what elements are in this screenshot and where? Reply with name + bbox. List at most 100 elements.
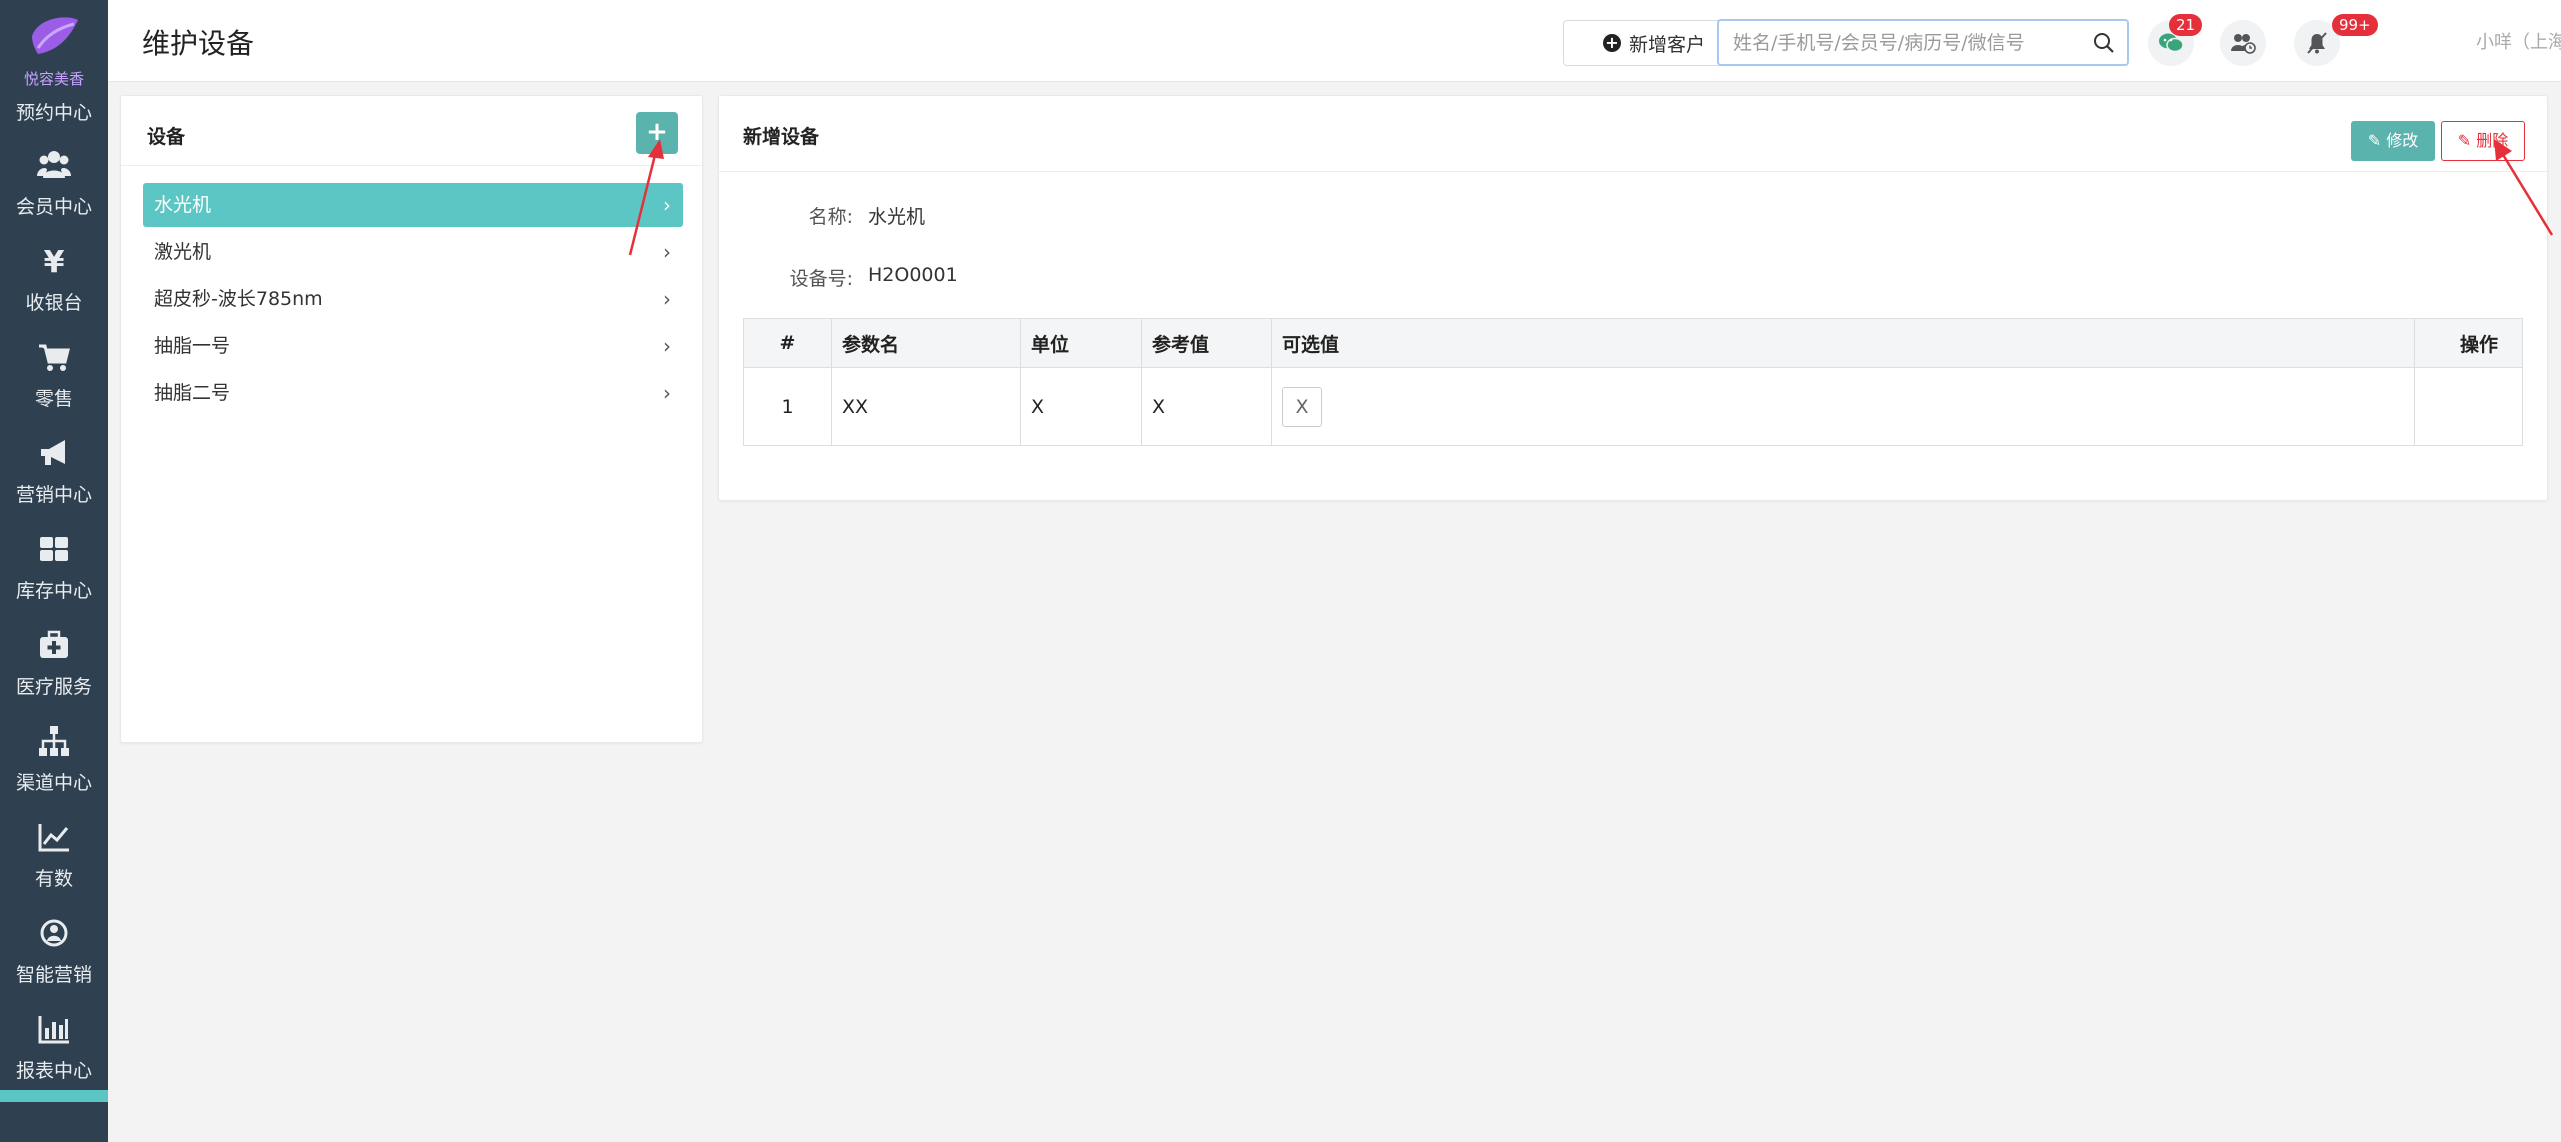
device-item[interactable]: 抽脂一号 ›	[143, 323, 683, 370]
sidebar-item-smart-marketing[interactable]: 智能营销	[0, 898, 108, 994]
device-item[interactable]: 超皮秒-波长785nm ›	[143, 276, 683, 323]
sidebar-item-members[interactable]: 会员中心	[0, 130, 108, 226]
sidebar-item-channel[interactable]: 渠道中心	[0, 706, 108, 802]
device-list-panel: 设备 + 水光机 › 激光机 › 超皮秒-波长785nm › 抽脂一号 › 抽脂…	[120, 95, 703, 743]
edit-button[interactable]: ✎ 修改	[2351, 121, 2435, 161]
cell-ref: X	[1141, 367, 1272, 446]
add-customer-label: 新增客户	[1628, 33, 1705, 56]
panel-header: 设备 +	[121, 96, 702, 166]
logo[interactable]: 悦容美香	[0, 0, 108, 92]
field-value: 水光机	[868, 206, 926, 228]
sidebar-item-marketing[interactable]: 营销中心	[0, 418, 108, 514]
device-detail-panel: 新增设备 ✎ 修改 ✎ 删除 名称: 水光机 设备号: H2O0001 # 参数…	[718, 95, 2548, 501]
sidebar-item-reports[interactable]: 报表中心	[0, 994, 108, 1090]
panel-title: 设备	[147, 126, 186, 148]
device-item[interactable]: 水光机 ›	[143, 183, 683, 227]
chevron-right-icon: ›	[663, 381, 671, 405]
panel-title: 新增设备	[743, 126, 820, 148]
device-item[interactable]: 激光机 ›	[143, 229, 683, 276]
field-label: 设备号:	[789, 268, 853, 290]
user-name: 小咩（上海闵江门诊）	[2476, 32, 2561, 53]
team-button[interactable]	[2220, 20, 2266, 66]
name-field: 名称: 水光机	[743, 202, 1343, 232]
chevron-right-icon: ›	[663, 287, 671, 311]
chevron-right-icon: ›	[663, 334, 671, 358]
device-list: 水光机 › 激光机 › 超皮秒-波长785nm › 抽脂一号 › 抽脂二号 ›	[143, 183, 683, 417]
sidebar-item-appointment[interactable]: 预约中心	[0, 96, 108, 130]
sidebar-item-analytics[interactable]: 有数	[0, 802, 108, 898]
grid-icon	[40, 537, 68, 561]
sidebar-item-medical[interactable]: 医疗服务	[0, 610, 108, 706]
col-header: 单位	[1020, 318, 1142, 368]
col-header: 可选值	[1271, 318, 2415, 368]
panel-header: 新增设备	[719, 96, 2547, 172]
sidebar-item-label: 收银台	[25, 292, 83, 314]
sidebar-item-label: 医疗服务	[15, 676, 92, 698]
device-item[interactable]: 抽脂二号 ›	[143, 370, 683, 417]
sidebar-item-label: 智能营销	[15, 964, 92, 986]
sidebar-item-retail[interactable]: 零售	[0, 322, 108, 418]
bar-chart-icon	[38, 1016, 69, 1044]
brand-name: 悦容美香	[23, 70, 84, 88]
bell-off-icon	[2307, 32, 2327, 54]
brain-icon	[40, 919, 68, 947]
device-name: 激光机	[154, 241, 212, 263]
device-name: 超皮秒-波长785nm	[154, 288, 323, 310]
medkit-icon	[40, 630, 68, 658]
device-name: 抽脂二号	[154, 382, 231, 404]
edit-icon: ✎	[2367, 131, 2382, 150]
users-icon	[37, 151, 71, 178]
cell-options: X	[1271, 367, 2415, 446]
sidebar-item-cashier[interactable]: ¥ 收银台	[0, 226, 108, 322]
cell-unit: X	[1020, 367, 1142, 446]
sidebar-item-label: 零售	[34, 388, 73, 410]
svg-text:¥: ¥	[44, 245, 65, 278]
parameter-table: # 参数名 单位 参考值 可选值 操作 1 XX X X X	[743, 318, 2523, 446]
sidebar-item-label: 会员中心	[15, 196, 92, 218]
sidebar-item-inventory[interactable]: 库存中心	[0, 514, 108, 610]
sidebar-item-label: 报表中心	[15, 1060, 92, 1082]
search-box	[1717, 19, 2129, 66]
megaphone-icon	[41, 440, 65, 465]
sidebar-item-label: 预约中心	[15, 102, 92, 124]
sidebar-item-label: 库存中心	[15, 580, 92, 602]
sidebar-item-label: 有数	[34, 868, 73, 890]
sidebar-item-label: 渠道中心	[15, 772, 92, 794]
edit-label: 修改	[2386, 131, 2419, 150]
field-label: 名称:	[808, 206, 853, 228]
notification-badge: 99+	[2332, 14, 2378, 36]
table-row: 1 XX X X X	[743, 367, 2523, 446]
cell-name: XX	[831, 367, 1021, 446]
cell-actions	[2414, 367, 2523, 446]
table-header-row: # 参数名 单位 参考值 可选值 操作	[743, 318, 2523, 368]
annotation-arrow-icon	[2494, 139, 2554, 236]
device-name: 抽脂一号	[154, 335, 231, 357]
team-clock-icon	[2231, 34, 2256, 54]
col-header: 参考值	[1141, 318, 1272, 368]
cell-index: 1	[743, 367, 832, 446]
yen-icon: ¥	[44, 245, 65, 278]
edit-icon: ✎	[2457, 131, 2472, 150]
search-icon[interactable]	[2093, 32, 2115, 54]
plus-circle-icon: +	[1602, 34, 1621, 52]
device-name: 水光机	[154, 194, 212, 216]
field-value: H2O0001	[868, 264, 958, 286]
sitemap-icon	[39, 726, 69, 756]
wechat-badge: 21	[2169, 14, 2203, 36]
annotation-arrow-icon	[628, 139, 664, 256]
sidebar-active-indicator	[0, 1090, 108, 1102]
option-chip[interactable]: X	[1282, 386, 1322, 427]
cart-icon	[39, 344, 70, 371]
page-title: 维护设备	[142, 27, 255, 60]
top-header: 维护设备 + 新增客户 21 99+	[108, 0, 2561, 82]
col-header: 参数名	[831, 318, 1021, 368]
search-input[interactable]	[1733, 29, 2083, 57]
user-store-menu[interactable]: 小咩（上海闵江门诊） ⌄	[2476, 28, 2561, 54]
line-chart-icon	[38, 824, 69, 852]
col-header: 操作	[2414, 318, 2523, 368]
sidebar: 悦容美香 预约中心 会员中心 ¥ 收银台 零售 营销中心 库存中心 医疗服务 渠…	[0, 0, 108, 1142]
code-field: 设备号: H2O0001	[743, 264, 1343, 294]
sidebar-item-label: 营销中心	[15, 484, 92, 506]
col-header: #	[743, 318, 832, 368]
logo-icon	[32, 17, 78, 54]
